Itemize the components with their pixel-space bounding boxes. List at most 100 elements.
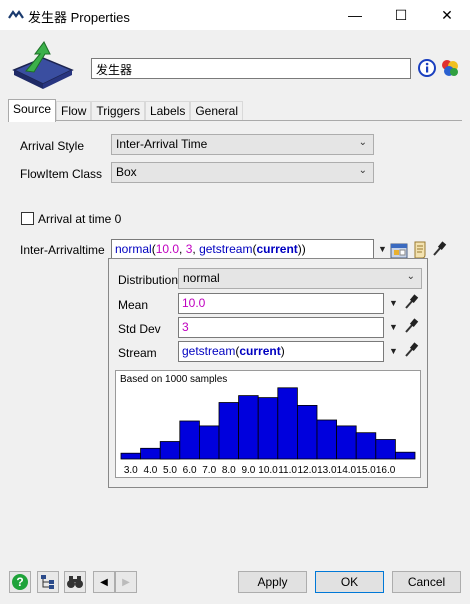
minimize-button[interactable]: — (332, 0, 378, 30)
object-name-input[interactable]: 发生器 (91, 58, 411, 79)
eyedropper-icon[interactable] (431, 240, 447, 258)
stream-field[interactable]: getstream(current) (178, 341, 384, 362)
inter-arrivaltime-label: Inter-Arrivaltime (20, 243, 105, 257)
code-mean: 10.0 (155, 242, 180, 256)
help-icon: ? (12, 574, 28, 590)
arrival-style-value: Inter-Arrival Time (116, 137, 208, 151)
tick-label: 16.0 (376, 465, 396, 476)
cancel-button[interactable]: Cancel (392, 571, 461, 593)
arrival-at-time-zero-checkbox[interactable] (21, 212, 34, 225)
next-button[interactable]: ▶ (115, 571, 137, 593)
chevron-down-icon: ⌄ (358, 137, 367, 148)
tick-label: 12.0 (297, 465, 317, 476)
dropdown-arrow-icon[interactable]: ▼ (389, 346, 398, 356)
tab-labels[interactable]: Labels (144, 101, 191, 122)
histogram-chart: Based on 1000 samples 3.0 4.0 5.0 6.0 7.0 8.0… (115, 370, 421, 478)
code-paren: ) (280, 344, 285, 358)
color-palette-icon[interactable] (440, 58, 460, 78)
histogram-bar (375, 439, 396, 460)
chevron-down-icon: ⌄ (406, 271, 415, 282)
code-stream-arg: current (256, 242, 298, 256)
histogram-bar (179, 420, 200, 460)
histogram-bar (277, 387, 298, 460)
tick-label: 8.0 (222, 465, 236, 476)
distribution-label: Distribution (118, 273, 179, 287)
arrow-right-icon: ▶ (122, 576, 130, 588)
find-button[interactable] (64, 571, 86, 593)
histogram-bar (296, 405, 318, 460)
tab-general[interactable]: General (190, 101, 244, 122)
inter-arrivaltime-code-field[interactable]: normal(10.0, 3, getstream(current)) (111, 239, 374, 259)
code-stream-function: getstream (199, 242, 253, 256)
script-edit-icon[interactable] (412, 240, 428, 259)
stream-arg: current (239, 344, 281, 358)
stddev-field[interactable]: 3 (178, 317, 384, 338)
tick-label: 15.0 (356, 465, 376, 476)
apply-button[interactable]: Apply (238, 571, 307, 593)
tab-flow[interactable]: Flow (56, 101, 92, 122)
tick-label: 5.0 (163, 465, 177, 476)
stddev-value: 3 (182, 320, 189, 334)
histogram-svg: Based on 1000 samples 3.0 4.0 5.0 6.0 7.0 8.0… (120, 374, 416, 476)
histogram-bar (257, 397, 279, 460)
tick-label: 3.0 (124, 465, 138, 476)
arrival-at-time-zero-label: Arrival at time 0 (38, 212, 122, 226)
histogram-bar (355, 432, 377, 460)
bars-group (120, 387, 416, 460)
tick-label: 4.0 (143, 465, 157, 476)
help-button[interactable]: ? (9, 571, 31, 593)
code-paren: )) (297, 242, 306, 256)
flexsim-app-icon (8, 10, 24, 19)
arrow-left-icon: ◀ (100, 576, 108, 588)
ok-button[interactable]: OK (315, 571, 384, 593)
histogram-bar (120, 452, 142, 460)
eyedropper-icon[interactable] (403, 317, 419, 335)
histogram-bar (199, 425, 220, 460)
dropdown-arrow-icon[interactable]: ▼ (378, 244, 387, 254)
stream-function: getstream (182, 344, 236, 358)
chevron-down-icon: ⌄ (358, 165, 367, 176)
dropdown-arrow-icon[interactable]: ▼ (389, 322, 398, 332)
mean-label: Mean (118, 298, 149, 312)
code-sep: , (179, 242, 186, 256)
flowitem-class-dropdown[interactable]: Box ⌄ (111, 162, 374, 183)
mean-field[interactable]: 10.0 (178, 293, 384, 314)
properties-edit-icon[interactable] (390, 240, 410, 259)
info-icon[interactable] (418, 59, 436, 77)
tab-bar: Source Flow Triggers Labels General (8, 99, 244, 122)
binoculars-icon (67, 576, 83, 588)
tick-label: 6.0 (183, 465, 197, 476)
distribution-value: normal (183, 271, 220, 285)
histogram-bar (238, 395, 259, 460)
dropdown-arrow-icon[interactable]: ▼ (389, 298, 398, 308)
tick-label: 13.0 (317, 465, 337, 476)
distribution-dropdown[interactable]: normal ⌄ (178, 268, 422, 289)
maximize-button[interactable]: ☐ (378, 0, 424, 30)
tab-triggers[interactable]: Triggers (91, 101, 145, 122)
tab-source[interactable]: Source (8, 99, 57, 122)
eyedropper-icon[interactable] (403, 341, 419, 359)
previous-button[interactable]: ◀ (93, 571, 115, 593)
source-object-icon (12, 41, 74, 89)
tick-label: 7.0 (202, 465, 216, 476)
histogram-bar (336, 425, 357, 460)
eyedropper-icon[interactable] (403, 293, 419, 311)
histogram-bar (218, 402, 240, 460)
histogram-bar (159, 441, 181, 460)
arrival-style-dropdown[interactable]: Inter-Arrival Time ⌄ (111, 134, 374, 155)
tick-labels: 3.0 4.0 5.0 6.0 7.0 8.0 9.0 10.0 11.0 12.0 13.0 14.… (124, 465, 396, 476)
title-bar: 发生器 Properties — ☐ ✕ (0, 0, 470, 30)
flowitem-class-value: Box (116, 165, 137, 179)
chart-title: Based on 1000 samples (120, 374, 227, 385)
code-function: normal (115, 242, 152, 256)
tree-icon (41, 575, 54, 589)
tree-view-button[interactable] (37, 571, 59, 593)
stddev-label: Std Dev (118, 322, 161, 336)
close-button[interactable]: ✕ (424, 0, 470, 30)
histogram-bar (316, 419, 338, 460)
histogram-bar (394, 451, 416, 460)
tick-label: 14.0 (337, 465, 357, 476)
svg-text:?: ? (16, 575, 23, 589)
mean-value: 10.0 (182, 296, 206, 310)
arrival-style-label: Arrival Style (20, 139, 85, 153)
